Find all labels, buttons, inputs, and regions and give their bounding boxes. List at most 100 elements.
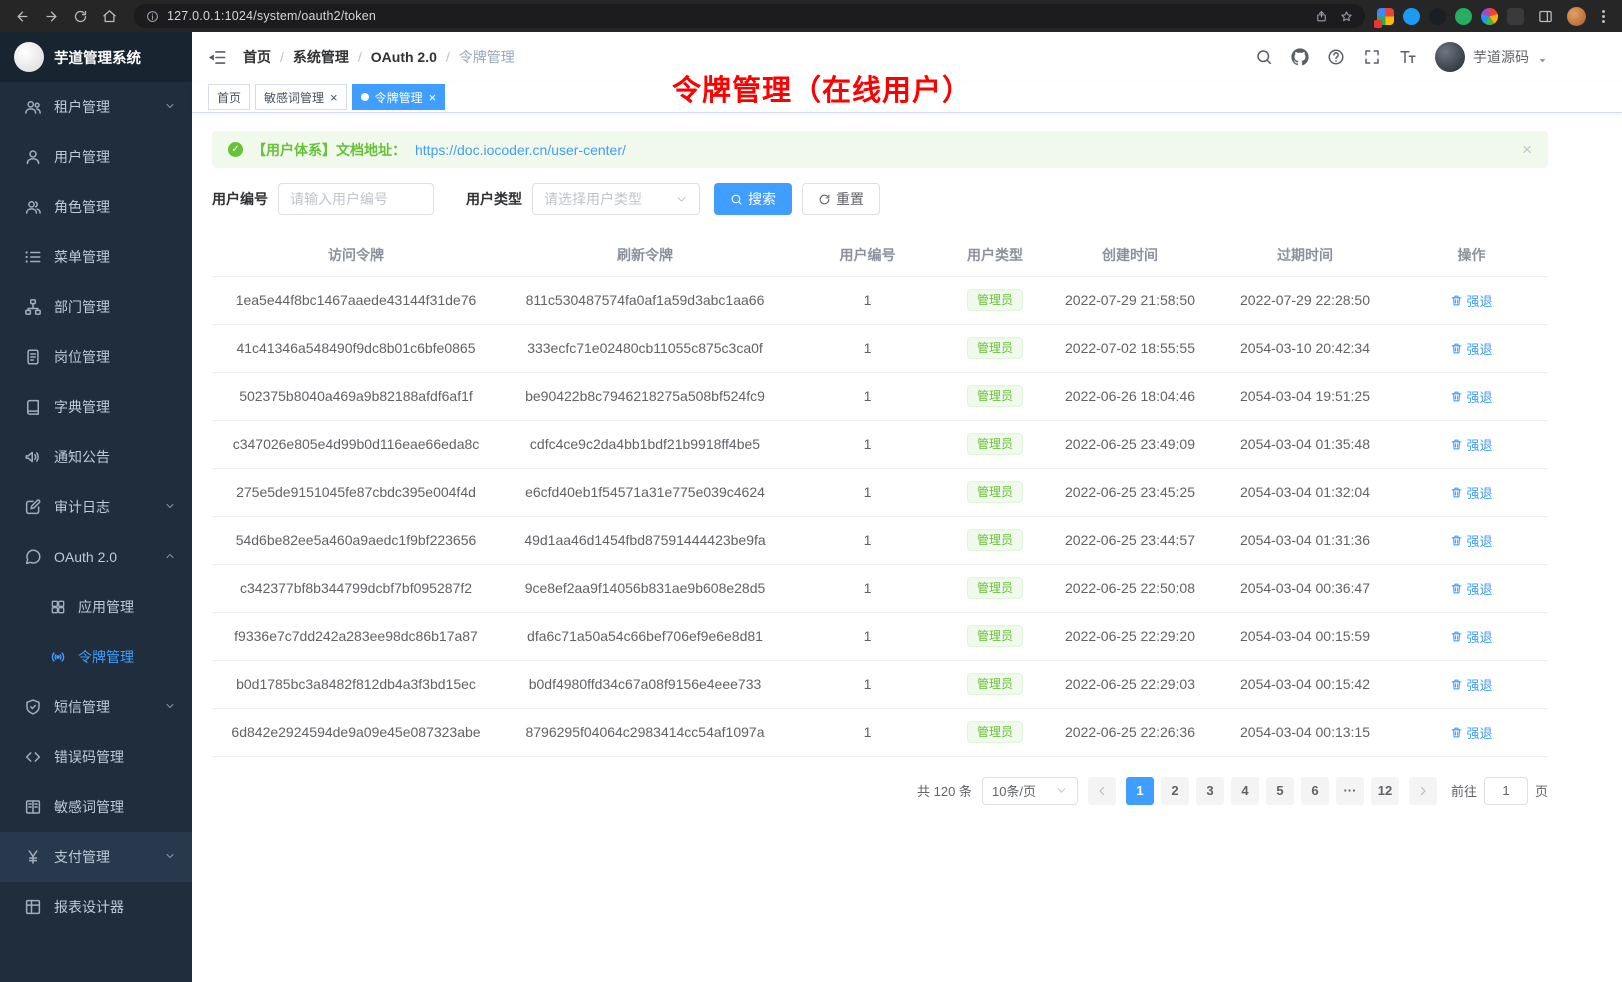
extension-icon[interactable] — [1481, 8, 1498, 25]
sidebar-item-report-designer[interactable]: 报表设计器 — [0, 882, 192, 932]
pager-next-button[interactable] — [1409, 777, 1437, 805]
chevron-down-icon — [164, 100, 176, 115]
side-panel-icon[interactable] — [1533, 7, 1558, 26]
search-icon[interactable] — [1255, 48, 1273, 66]
pager-page-2[interactable]: 2 — [1161, 777, 1189, 805]
site-info-icon[interactable] — [146, 10, 159, 23]
sidebar-item-pay[interactable]: 支付管理 — [0, 832, 192, 882]
search-button[interactable]: 搜索 — [714, 183, 792, 215]
force-logout-button[interactable]: 强退 — [1450, 435, 1492, 454]
tab-label: 首页 — [217, 89, 241, 106]
extension-icon[interactable] — [1507, 8, 1524, 25]
bookmark-star-icon[interactable] — [1340, 10, 1353, 23]
breadcrumb-separator: / — [358, 49, 362, 65]
sidebar-item-post[interactable]: 岗位管理 — [0, 332, 192, 382]
pager-page-12[interactable]: 12 — [1371, 777, 1399, 805]
chevron-down-icon — [675, 193, 688, 206]
breadcrumb-item[interactable]: 首页 — [243, 47, 271, 67]
pager-page-6[interactable]: 6 — [1301, 777, 1329, 805]
sidebar-item-label: 敏感词管理 — [54, 797, 124, 817]
trash-icon — [1450, 438, 1463, 451]
user-type-select[interactable]: 请选择用户类型 — [532, 183, 700, 215]
pager-page-1[interactable]: 1 — [1126, 777, 1154, 805]
expire-time-cell: 2054-03-04 19:51:25 — [1215, 372, 1395, 420]
browser-menu-icon[interactable] — [1602, 15, 1605, 18]
tab-home[interactable]: 首页 — [208, 84, 250, 110]
sidebar-fold-button[interactable] — [208, 48, 227, 67]
sidebar-item-dept[interactable]: 部门管理 — [0, 282, 192, 332]
user-name: 芋道源码 — [1473, 47, 1529, 67]
user-type-select-value: 请选择用户类型 — [544, 189, 642, 209]
tab-close-icon[interactable]: × — [330, 91, 338, 104]
oauth-icon — [24, 548, 42, 566]
force-logout-button[interactable]: 强退 — [1450, 579, 1492, 598]
browser-forward-button[interactable] — [39, 7, 64, 26]
tab-close-icon[interactable]: × — [429, 91, 437, 104]
force-logout-button[interactable]: 强退 — [1450, 291, 1492, 310]
share-icon[interactable] — [1315, 10, 1328, 23]
pager-page-3[interactable]: 3 — [1196, 777, 1224, 805]
table-row: 6d842e2924594de9a09e45e087323abe8796295f… — [212, 708, 1548, 756]
force-logout-button[interactable]: 强退 — [1450, 627, 1492, 646]
sidebar-item-oauth2-token[interactable]: 令牌管理 — [0, 632, 192, 682]
column-header: 创建时间 — [1045, 235, 1215, 276]
font-size-icon[interactable] — [1399, 48, 1417, 66]
breadcrumb-item[interactable]: OAuth 2.0 — [371, 49, 437, 65]
post-icon — [24, 348, 42, 366]
sidebar-item-role[interactable]: 角色管理 — [0, 182, 192, 232]
browser-back-button[interactable] — [10, 7, 35, 26]
access-token-cell: 502375b8040a469a9b82188afdf6af1f — [212, 372, 500, 420]
user-id-cell: 1 — [790, 564, 945, 612]
browser-reload-button[interactable] — [68, 7, 93, 26]
user-dropdown[interactable]: 芋道源码 — [1435, 42, 1548, 72]
fullscreen-icon[interactable] — [1363, 48, 1381, 66]
extension-icon[interactable] — [1377, 8, 1394, 25]
tab-token[interactable]: 令牌管理× — [352, 84, 446, 110]
navbar-right: 芋道源码 — [1255, 42, 1548, 72]
tab-sensitive-word[interactable]: 敏感词管理× — [255, 84, 347, 110]
help-icon[interactable] — [1327, 48, 1345, 66]
pager-page-4[interactable]: 4 — [1231, 777, 1259, 805]
sidebar-item-audit-log[interactable]: 审计日志 — [0, 482, 192, 532]
browser-profile-avatar[interactable] — [1567, 7, 1586, 26]
address-bar[interactable]: 127.0.0.1:1024/system/oauth2/token — [134, 4, 1365, 28]
force-logout-button[interactable]: 强退 — [1450, 387, 1492, 406]
chevron-down-icon — [1055, 784, 1068, 797]
github-icon[interactable] — [1291, 48, 1309, 66]
extension-icon[interactable] — [1455, 8, 1472, 25]
sidebar-item-user[interactable]: 用户管理 — [0, 132, 192, 182]
extension-icon[interactable] — [1429, 8, 1446, 25]
force-logout-button[interactable]: 强退 — [1450, 675, 1492, 694]
sidebar: 芋道管理系统 租户管理用户管理角色管理菜单管理部门管理岗位管理字典管理通知公告审… — [0, 32, 192, 982]
extension-icon[interactable] — [1403, 8, 1420, 25]
force-logout-button[interactable]: 强退 — [1450, 723, 1492, 742]
force-logout-button[interactable]: 强退 — [1450, 483, 1492, 502]
sidebar-item-notice[interactable]: 通知公告 — [0, 432, 192, 482]
page-size-select[interactable]: 10条/页 — [982, 777, 1078, 805]
table-row: 502375b8040a469a9b82188afdf6af1fbe90422b… — [212, 372, 1548, 420]
sidebar-item-sensitive-word[interactable]: 敏感词管理 — [0, 782, 192, 832]
force-logout-button[interactable]: 强退 — [1450, 531, 1492, 550]
pager-page-5[interactable]: 5 — [1266, 777, 1294, 805]
access-token-cell: 6d842e2924594de9a09e45e087323abe — [212, 708, 500, 756]
breadcrumb-item[interactable]: 系统管理 — [293, 47, 349, 67]
pager-prev-button[interactable] — [1088, 777, 1116, 805]
goto-page-input[interactable] — [1484, 777, 1528, 805]
sidebar-item-sms[interactable]: 短信管理 — [0, 682, 192, 732]
token-table: 访问令牌刷新令牌用户编号用户类型创建时间过期时间操作 1ea5e44f8bc14… — [212, 235, 1548, 757]
force-logout-button[interactable]: 强退 — [1450, 339, 1492, 358]
pager-more-button[interactable]: ··· — [1336, 777, 1364, 805]
sidebar-item-oauth2[interactable]: OAuth 2.0 — [0, 532, 192, 582]
sidebar-item-dict[interactable]: 字典管理 — [0, 382, 192, 432]
sidebar-item-tenant[interactable]: 租户管理 — [0, 82, 192, 132]
browser-chrome: 127.0.0.1:1024/system/oauth2/token — [0, 0, 1622, 32]
alert-close-icon[interactable]: × — [1522, 140, 1532, 160]
reset-button[interactable]: 重置 — [802, 183, 880, 215]
token-icon — [50, 649, 66, 665]
sidebar-item-menu[interactable]: 菜单管理 — [0, 232, 192, 282]
browser-home-button[interactable] — [97, 7, 122, 26]
sidebar-item-error-code[interactable]: 错误码管理 — [0, 732, 192, 782]
alert-link[interactable]: https://doc.iocoder.cn/user-center/ — [415, 142, 626, 158]
sidebar-item-oauth2-app[interactable]: 应用管理 — [0, 582, 192, 632]
user-id-input[interactable] — [290, 191, 422, 207]
